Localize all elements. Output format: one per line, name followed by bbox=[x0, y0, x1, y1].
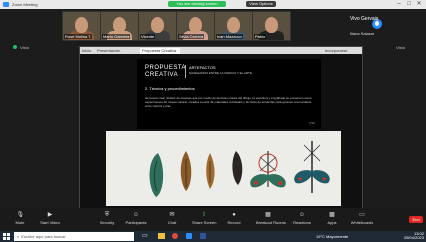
view-options-button[interactable]: View Options bbox=[246, 1, 276, 7]
insect-sculptures-image bbox=[106, 131, 341, 206]
record-button[interactable]: ● Record bbox=[222, 212, 246, 225]
participant-avatar bbox=[75, 17, 88, 33]
participant-name: Silvia Carrera bbox=[178, 34, 205, 39]
active-speaker-name: Vivo Gervais bbox=[350, 16, 379, 22]
slide-page-number: 7/13 bbox=[309, 121, 315, 125]
participant-avatar bbox=[113, 17, 126, 33]
task-view-icon[interactable]: ▭ bbox=[142, 232, 148, 239]
close-icon[interactable]: ✕ bbox=[414, 1, 424, 8]
shared-screen: Inicio Presentación Propuesta Creativa I… bbox=[79, 46, 363, 211]
participant-name: Rosé Molina T. bbox=[64, 34, 93, 39]
participant-avatar bbox=[189, 17, 202, 33]
tab-propuesta[interactable]: Propuesta Creativa bbox=[140, 48, 180, 54]
participant-name: Maria Gabriela bbox=[102, 34, 131, 39]
participant-tile[interactable]: Maria Gabriela bbox=[100, 11, 139, 41]
control-label: Apps bbox=[327, 220, 337, 225]
control-label: Participants bbox=[125, 220, 147, 225]
control-label: Record bbox=[227, 220, 241, 225]
weather-status[interactable]: 19°C Mayormente bbox=[316, 234, 348, 239]
view-left-label: Vista bbox=[20, 45, 29, 50]
end-meeting-button[interactable]: End bbox=[409, 216, 423, 223]
file-explorer-icon[interactable] bbox=[158, 233, 165, 239]
taskbar-search-input[interactable]: ⌕ Escribe aquí para buscar bbox=[14, 232, 134, 241]
share-screen-icon: ⇧ bbox=[201, 212, 207, 218]
reactions-icon: ☺ bbox=[298, 212, 306, 218]
slide-title-line2: CREATIVA bbox=[145, 72, 179, 78]
presentation-slide: PROPUESTA CREATIVA ARTEFACTOS NAVEGANDO … bbox=[137, 59, 321, 129]
window-title: Zoom Meeting bbox=[12, 2, 38, 7]
control-label: Mute bbox=[15, 220, 25, 225]
zoom-logo-icon bbox=[3, 2, 9, 7]
breakout-rooms-icon: ▦ bbox=[265, 212, 271, 218]
control-label: Share Screen bbox=[192, 220, 217, 225]
zoom-taskbar-icon[interactable] bbox=[186, 233, 192, 239]
participant-tile[interactable]: Pablo bbox=[252, 11, 291, 41]
window-title-bar: Zoom Meeting You are viewing screen View… bbox=[0, 0, 426, 9]
windows-start-icon[interactable] bbox=[3, 233, 10, 240]
chat-button[interactable]: ✉ Chat bbox=[160, 212, 184, 225]
maximize-icon[interactable]: □ bbox=[404, 1, 414, 8]
participant-name: Pablo bbox=[254, 34, 267, 39]
search-icon: ⌕ bbox=[17, 234, 20, 239]
slide-heading: 2. Técnica y procedimientos bbox=[145, 86, 195, 91]
record-icon: ● bbox=[232, 212, 236, 218]
participant-tile[interactable]: Rosé Molina T. bbox=[62, 11, 101, 41]
search-placeholder: Escribe aquí para buscar bbox=[21, 234, 66, 239]
participant-tile[interactable]: Silvia Carrera bbox=[176, 11, 215, 41]
participant-tile[interactable]: Vicente bbox=[138, 11, 177, 41]
participant-name: Vicente bbox=[140, 34, 156, 39]
control-label: Reactions bbox=[293, 220, 311, 225]
participant-avatar bbox=[265, 17, 278, 33]
breakout-rooms-button[interactable]: ▦ Breakout Rooms bbox=[256, 212, 286, 225]
control-label: Security bbox=[99, 220, 115, 225]
control-label: Chat bbox=[167, 220, 177, 225]
participant-avatar bbox=[151, 17, 164, 33]
security-button[interactable]: ⛨ Security bbox=[95, 212, 119, 225]
screen-share-banner[interactable]: You are viewing screen bbox=[168, 1, 226, 7]
control-label: Whiteboards bbox=[350, 220, 374, 225]
slide-title-line1: PROPUESTA bbox=[145, 65, 187, 71]
slide-paragraph: Se busca crear 'fósiles' de insectos que… bbox=[145, 96, 312, 108]
chrome-icon[interactable] bbox=[172, 233, 178, 239]
connection-status-icon[interactable] bbox=[13, 45, 17, 49]
system-clock[interactable]: 13:02 25/04/2023 bbox=[398, 232, 424, 240]
reactions-button[interactable]: ☺ Reactions bbox=[290, 212, 314, 225]
slide-subtitle-2: NAVEGANDO ENTRE LA CIENCIA Y EL ARTE bbox=[189, 71, 252, 75]
clock-date: 25/04/2023 bbox=[403, 235, 424, 240]
whiteboard-icon: ▭ bbox=[359, 212, 365, 218]
participants-button[interactable]: ☺ Participants bbox=[124, 212, 148, 225]
insect-sculptures-photo bbox=[106, 131, 341, 206]
start-video-button[interactable]: ▶ Start Video bbox=[38, 212, 62, 225]
tab-home[interactable]: Inicio bbox=[82, 48, 96, 53]
control-label: Breakout Rooms bbox=[256, 220, 286, 225]
minimize-icon[interactable]: – bbox=[394, 1, 404, 8]
shield-icon: ⛨ bbox=[104, 212, 110, 218]
apps-button[interactable]: ▩ Apps bbox=[320, 212, 344, 225]
whiteboards-button[interactable]: ▭ Whiteboards bbox=[350, 212, 374, 225]
slide-subtitle: ARTEFACTOS bbox=[189, 65, 216, 70]
slide-divider bbox=[185, 65, 186, 78]
share-screen-button[interactable]: ⇧ Share Screen bbox=[192, 212, 216, 225]
video-camera-icon: ▶ bbox=[47, 212, 53, 218]
tab-presentation[interactable]: Presentación bbox=[97, 48, 137, 53]
browser-tab-strip: Inicio Presentación Propuesta Creativa I… bbox=[80, 47, 362, 54]
apps-icon: ▩ bbox=[329, 212, 335, 218]
control-label: Start Video bbox=[40, 220, 60, 225]
chat-icon: ✉ bbox=[169, 212, 175, 218]
participant-avatar bbox=[227, 17, 240, 33]
word-icon[interactable] bbox=[200, 233, 206, 239]
active-speaker-sub: Iliana Salazar bbox=[350, 31, 375, 36]
microphone-icon: 🎙 bbox=[16, 212, 25, 218]
mute-button[interactable]: 🎙 Mute bbox=[8, 212, 32, 225]
join-link[interactable]: Incorporarse bbox=[325, 48, 360, 53]
participant-tile[interactable]: Ivan Mazzuco bbox=[214, 11, 253, 41]
participant-name: Ivan Mazzuco bbox=[216, 34, 243, 39]
participants-icon: ☺ bbox=[132, 212, 140, 218]
view-right-label[interactable]: Vista bbox=[396, 45, 405, 50]
